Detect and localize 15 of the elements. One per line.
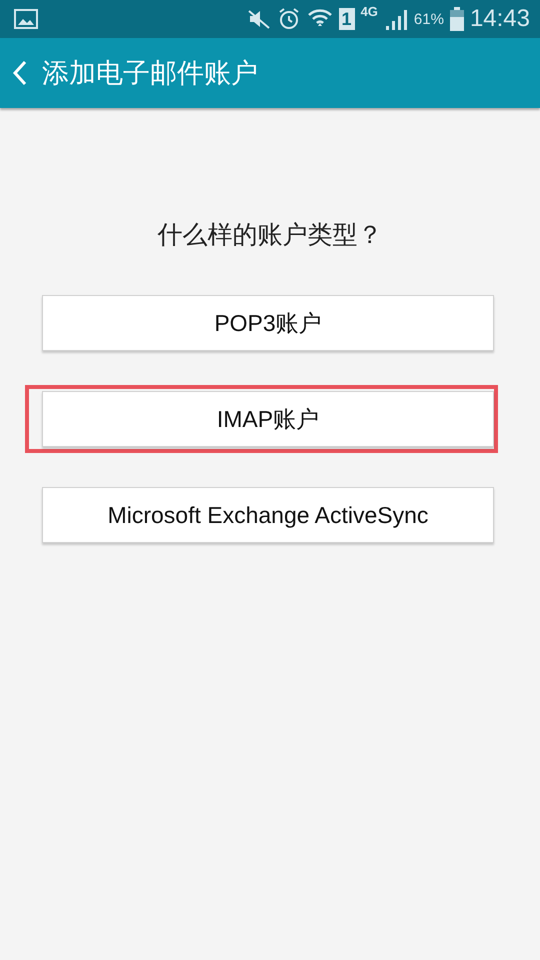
battery-icon — [450, 7, 464, 31]
screen-title: 添加电子邮件账户 — [42, 57, 258, 91]
mute-icon — [246, 8, 271, 30]
question-text: 什么样的账户类型？ — [156, 219, 384, 251]
sim-indicator: 1 — [338, 8, 355, 30]
signal-icon — [384, 8, 408, 30]
account-type-button[interactable]: IMAP账户 — [42, 391, 494, 447]
battery-percent: 61% — [414, 10, 444, 28]
network-type: 4G — [360, 4, 378, 19]
alarm-icon — [276, 7, 301, 31]
back-icon[interactable] — [12, 60, 28, 86]
clock: 14:43 — [470, 5, 530, 33]
account-type-button[interactable]: Microsoft Exchange ActiveSync — [42, 487, 494, 543]
account-type-button[interactable]: POP3账户 — [42, 295, 494, 351]
gallery-icon — [14, 9, 38, 29]
